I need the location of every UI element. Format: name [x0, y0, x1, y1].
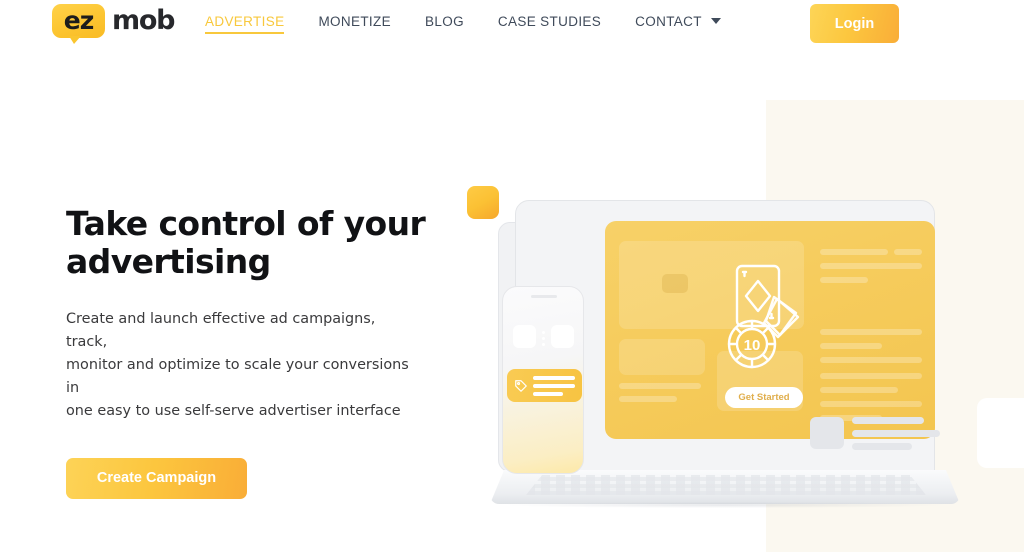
card-text-line [533, 376, 575, 380]
chip-value: 10 [744, 337, 761, 354]
logo-speech-bubble-icon: ez [52, 4, 105, 44]
hero-content: Take control of your advertising Create … [66, 204, 446, 499]
phone-speaker [531, 295, 557, 298]
nav-label-blog: BLOG [425, 13, 464, 29]
main-navigation: ADVERTISE MONETIZE BLOG CASE STUDIES CON… [205, 0, 755, 47]
nav-item-blog[interactable]: BLOG [425, 14, 464, 34]
nav-item-monetize[interactable]: MONETIZE [318, 14, 391, 34]
landing-page: ez mob ADVERTISE MONETIZE BLOG CASE STUD… [0, 0, 1024, 552]
screen-block-card [619, 339, 705, 375]
screen-text-line [820, 373, 922, 379]
tag-icon [515, 380, 527, 392]
screen-text-line [820, 329, 922, 335]
nav-label-contact: CONTACT [635, 13, 702, 29]
content-line [852, 443, 912, 450]
hero-illustration: 10 Get Started [480, 170, 980, 510]
hero-subtitle: Create and launch effective ad campaigns… [66, 310, 409, 419]
screen-text-line [820, 343, 882, 349]
card-text-line [533, 384, 575, 388]
laptop-shadow [505, 502, 945, 508]
laptop-keyboard [526, 475, 926, 495]
playing-cards-icon: 10 [727, 264, 800, 369]
content-thumbnail [810, 417, 844, 449]
phone-mockup [502, 286, 584, 474]
laptop-screen: 10 Get Started [605, 221, 935, 439]
logo[interactable]: ez mob [52, 4, 175, 44]
nav-item-contact[interactable]: CONTACT [635, 14, 721, 34]
get-started-button[interactable]: Get Started [725, 387, 803, 408]
logo-primary-text: ez [63, 6, 94, 35]
screen-text-line [894, 249, 922, 255]
create-campaign-button[interactable]: Create Campaign [66, 457, 247, 499]
card-text-line [533, 392, 563, 396]
screen-text-line [820, 387, 898, 393]
background-white-card [977, 398, 1024, 468]
nav-label-monetize: MONETIZE [318, 13, 391, 29]
content-line [852, 417, 924, 424]
screen-text-line [820, 249, 888, 255]
phone-dots [542, 331, 545, 349]
chevron-down-icon [710, 17, 721, 24]
screen-text-line [820, 357, 922, 363]
nav-label-advertise: ADVERTISE [205, 13, 285, 29]
decorative-square [467, 186, 499, 219]
content-line [852, 430, 940, 437]
phone-app-tile [513, 325, 536, 348]
screen-play-button-icon [662, 274, 688, 293]
secondary-content-lines [810, 415, 940, 475]
screen-text-line [619, 383, 701, 389]
phone-app-tile [551, 325, 574, 348]
nav-item-case-studies[interactable]: CASE STUDIES [498, 14, 601, 34]
screen-text-line [820, 263, 922, 269]
logo-secondary-text: mob [112, 5, 175, 36]
screen-text-line [820, 401, 922, 407]
login-button[interactable]: Login [810, 4, 899, 43]
screen-text-line [619, 396, 677, 402]
page-title: Take control of your advertising [66, 204, 426, 282]
nav-item-advertise[interactable]: ADVERTISE [205, 13, 285, 34]
site-header: ez mob ADVERTISE MONETIZE BLOG CASE STUD… [0, 0, 1024, 47]
nav-label-case-studies: CASE STUDIES [497, 13, 602, 29]
screen-text-line [820, 277, 868, 283]
phone-notification-card [507, 369, 582, 402]
